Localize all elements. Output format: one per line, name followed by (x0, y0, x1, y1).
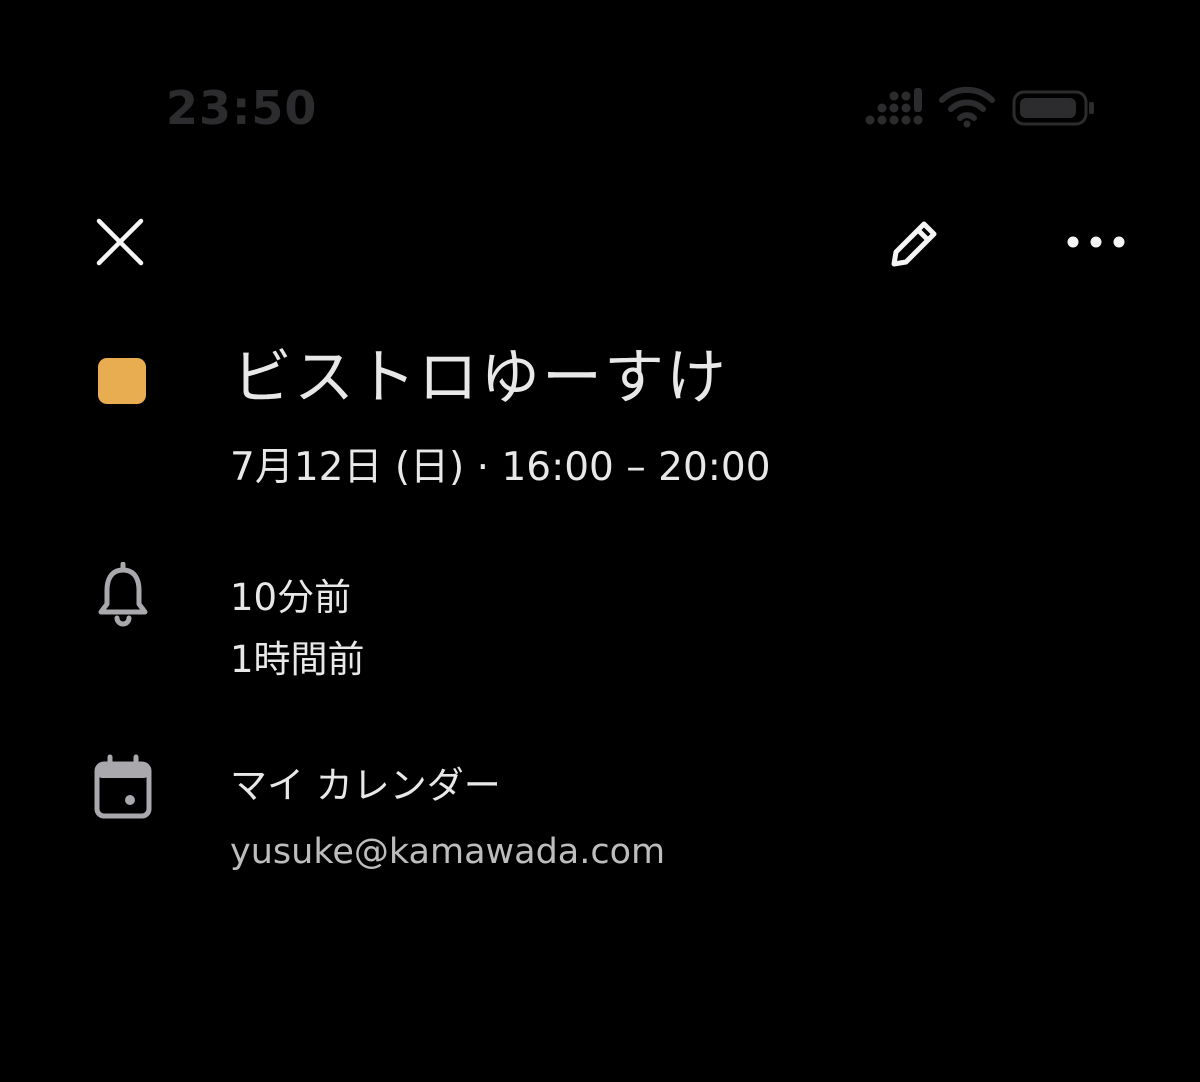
event-title: ビストロゆーすけ (232, 343, 728, 413)
edit-button[interactable] (876, 206, 952, 282)
event-datetime: 7月12日 (日) · 16:00 – 20:00 (230, 445, 771, 490)
wifi-icon (939, 86, 995, 128)
more-horizontal-icon (1067, 236, 1125, 248)
cellular-signal-icon (865, 88, 923, 125)
close-icon (96, 218, 144, 266)
close-button[interactable] (86, 208, 154, 276)
reminder-item[interactable]: 1時間前 (230, 634, 365, 686)
more-options-button[interactable] (1058, 208, 1134, 276)
pencil-icon (891, 221, 937, 267)
event-color-chip (98, 358, 146, 404)
calendar-account-email: yusuke@kamawada.com (230, 832, 666, 872)
calendar-name: マイ カレンダー (230, 764, 501, 807)
bell-icon (98, 562, 148, 627)
status-time: 23:50 (166, 81, 318, 135)
event-detail-screen: 23:50 ビストロゆーすけ 7月12日 (日) · 16:00 – 20:00… (0, 0, 1200, 1082)
reminder-item[interactable]: 10分前 (230, 572, 351, 624)
battery-icon (1012, 90, 1094, 126)
calendar-icon (94, 754, 152, 819)
